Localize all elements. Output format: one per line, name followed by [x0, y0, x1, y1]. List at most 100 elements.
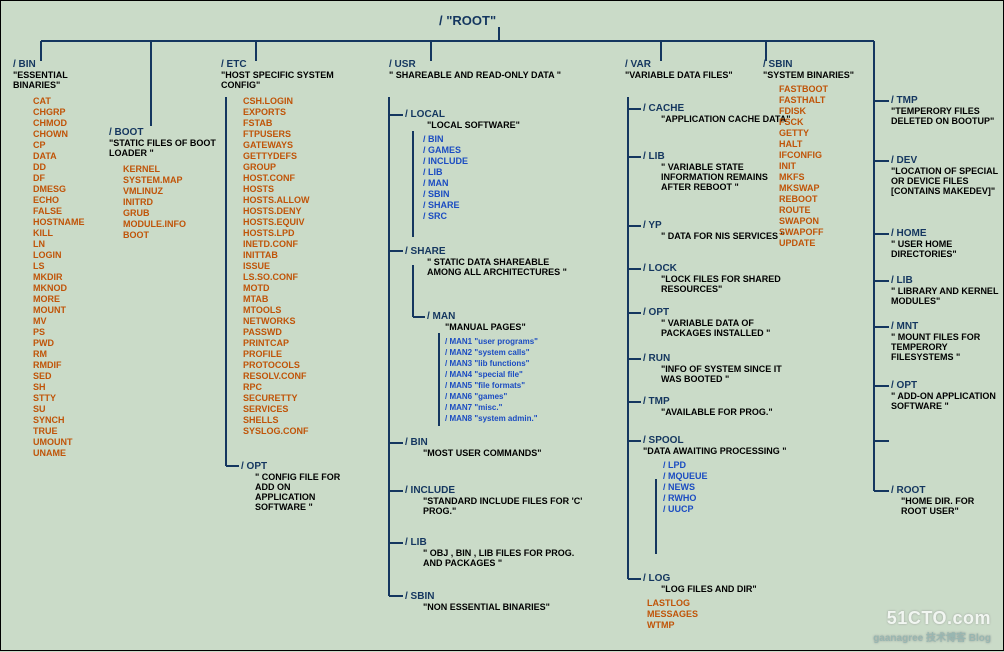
list-item: GRUB — [123, 208, 219, 219]
var-run-desc: "INFO OF SYSTEM SINCE IT WAS BOOTED " — [661, 364, 803, 384]
list-item: CHOWN — [33, 129, 108, 140]
bin-desc: "ESSENTIAL BINARIES" — [13, 70, 108, 90]
var-tmp-label: / TMP — [643, 396, 803, 407]
sbin-desc: "SYSTEM BINARIES" — [763, 70, 873, 80]
list-item: CAT — [33, 96, 108, 107]
usr-desc: " SHAREABLE AND READ-ONLY DATA " — [389, 70, 589, 80]
var-tmp: / TMP "AVAILABLE FOR PROG." — [643, 396, 803, 417]
list-item: STTY — [33, 393, 108, 404]
list-item: SWAPOFF — [779, 227, 873, 238]
list-item: / LIB — [423, 167, 555, 178]
boot-items: KERNELSYSTEM.MAPVMLINUZINITRDGRUBMODULE.… — [123, 164, 219, 241]
list-item: / BIN — [423, 134, 555, 145]
list-item: WTMP — [647, 620, 803, 631]
etc-label: / ETC — [221, 59, 361, 70]
list-item: MOTD — [243, 283, 361, 294]
list-item: MTAB — [243, 294, 361, 305]
watermark: 51CTO.com gaanagree 技术博客 Blog — [873, 608, 991, 644]
list-item: CSH.LOGIN — [243, 96, 361, 107]
list-item: LOGIN — [33, 250, 108, 261]
list-item: PASSWD — [243, 327, 361, 338]
list-item: GETTYDEFS — [243, 151, 361, 162]
opt-etc-block: / OPT " CONFIG FILE FOR ADD ON APPLICATI… — [241, 461, 351, 512]
etc-items: CSH.LOGINEXPORTSFSTABFTPUSERSGATEWAYSGET… — [243, 96, 361, 437]
var-run-label: / RUN — [643, 353, 803, 364]
list-item: DD — [33, 162, 108, 173]
var-lock-label: / LOCK — [643, 263, 803, 274]
var-run: / RUN "INFO OF SYSTEM SINCE IT WAS BOOTE… — [643, 353, 803, 384]
list-item: / MAN7 "misc." — [445, 402, 617, 413]
watermark-brand: 51CTO.com — [873, 608, 991, 629]
list-item: / GAMES — [423, 145, 555, 156]
list-item: HALT — [779, 139, 873, 150]
list-item: ROUTE — [779, 205, 873, 216]
list-item: / MAN1 "user programs" — [445, 336, 617, 347]
list-item: MV — [33, 316, 108, 327]
list-item: BOOT — [123, 230, 219, 241]
list-item: HOSTNAME — [33, 217, 108, 228]
optR-label: / OPT — [891, 380, 999, 391]
list-item: INITRD — [123, 197, 219, 208]
list-item: SECURETTY — [243, 393, 361, 404]
list-item: HOSTS.EQUIV — [243, 217, 361, 228]
list-item: MTOOLS — [243, 305, 361, 316]
list-item: KILL — [33, 228, 108, 239]
usr-binu-label: / BIN — [405, 437, 585, 448]
list-item: / RWHO — [663, 493, 803, 504]
list-item: RM — [33, 349, 108, 360]
list-item: MOUNT — [33, 305, 108, 316]
usr-block: / USR " SHAREABLE AND READ-ONLY DATA " — [389, 59, 589, 80]
mnt-label: / MNT — [891, 321, 999, 332]
list-item: / MQUEUE — [663, 471, 803, 482]
var-spool-items: / LPD/ MQUEUE/ NEWS/ RWHO/ UUCP — [663, 460, 803, 515]
list-item: FSTAB — [243, 118, 361, 129]
list-item: LS.SO.CONF — [243, 272, 361, 283]
list-item: / SHARE — [423, 200, 555, 211]
list-item: PWD — [33, 338, 108, 349]
rootD-desc: "HOME DIR. FOR ROOT USER" — [901, 496, 999, 516]
var-opt-label: / OPT — [643, 307, 803, 318]
usr-lib-desc: " OBJ , BIN , LIB FILES FOR PROG. AND PA… — [423, 548, 585, 568]
home-block: / HOME " USER HOME DIRECTORIES" — [891, 228, 999, 259]
var-log: / LOG "LOG FILES AND DIR" LASTLOGMESSAGE… — [643, 573, 803, 631]
lib-label: / LIB — [891, 275, 999, 286]
list-item: RESOLV.CONF — [243, 371, 361, 382]
list-item: TRUE — [33, 426, 108, 437]
list-item: FSCK — [779, 117, 873, 128]
boot-desc: "STATIC FILES OF BOOT LOADER " — [109, 138, 219, 158]
list-item: ECHO — [33, 195, 108, 206]
list-item: CP — [33, 140, 108, 151]
list-item: / LPD — [663, 460, 803, 471]
rootD-label: / ROOT — [891, 485, 999, 496]
list-item: / MAN2 "system calls" — [445, 347, 617, 358]
list-item: SYSTEM.MAP — [123, 175, 219, 186]
var-log-label: / LOG — [643, 573, 803, 584]
usr-man-block: / MAN "MANUAL PAGES" / MAN1 "user progra… — [427, 311, 617, 424]
list-item: INIT — [779, 161, 873, 172]
usr-lib: / LIB " OBJ , BIN , LIB FILES FOR PROG. … — [405, 537, 585, 568]
var-spool: / SPOOL "DATA AWAITING PROCESSING " / LP… — [643, 435, 803, 515]
var-lock: / LOCK "LOCK FILES FOR SHARED RESOURCES" — [643, 263, 803, 294]
var-opt: / OPT " VARIABLE DATA OF PACKAGES INSTAL… — [643, 307, 803, 338]
usr-man-label: / MAN — [427, 311, 617, 322]
list-item: SERVICES — [243, 404, 361, 415]
usr-man-items: / MAN1 "user programs"/ MAN2 "system cal… — [445, 336, 617, 424]
list-item: / MAN4 "special file" — [445, 369, 617, 380]
list-item: GETTY — [779, 128, 873, 139]
sbin-label: / SBIN — [763, 59, 873, 70]
list-item: CHGRP — [33, 107, 108, 118]
list-item: DF — [33, 173, 108, 184]
list-item: PROFILE — [243, 349, 361, 360]
list-item: LN — [33, 239, 108, 250]
usr-include-desc: "STANDARD INCLUDE FILES FOR 'C' PROG." — [423, 496, 585, 516]
bin-block: / BIN "ESSENTIAL BINARIES" CATCHGRPCHMOD… — [13, 59, 108, 459]
sbin-items: FASTBOOTFASTHALTFDISKFSCKGETTYHALTIFCONF… — [779, 84, 873, 249]
list-item: SED — [33, 371, 108, 382]
usr-lib-label: / LIB — [405, 537, 585, 548]
list-item: UPDATE — [779, 238, 873, 249]
list-item: / SRC — [423, 211, 555, 222]
opt-etc-desc: " CONFIG FILE FOR ADD ON APPLICATION SOF… — [255, 472, 351, 512]
usr-label: / USR — [389, 59, 589, 70]
list-item: DMESG — [33, 184, 108, 195]
usr-include-label: / INCLUDE — [405, 485, 585, 496]
